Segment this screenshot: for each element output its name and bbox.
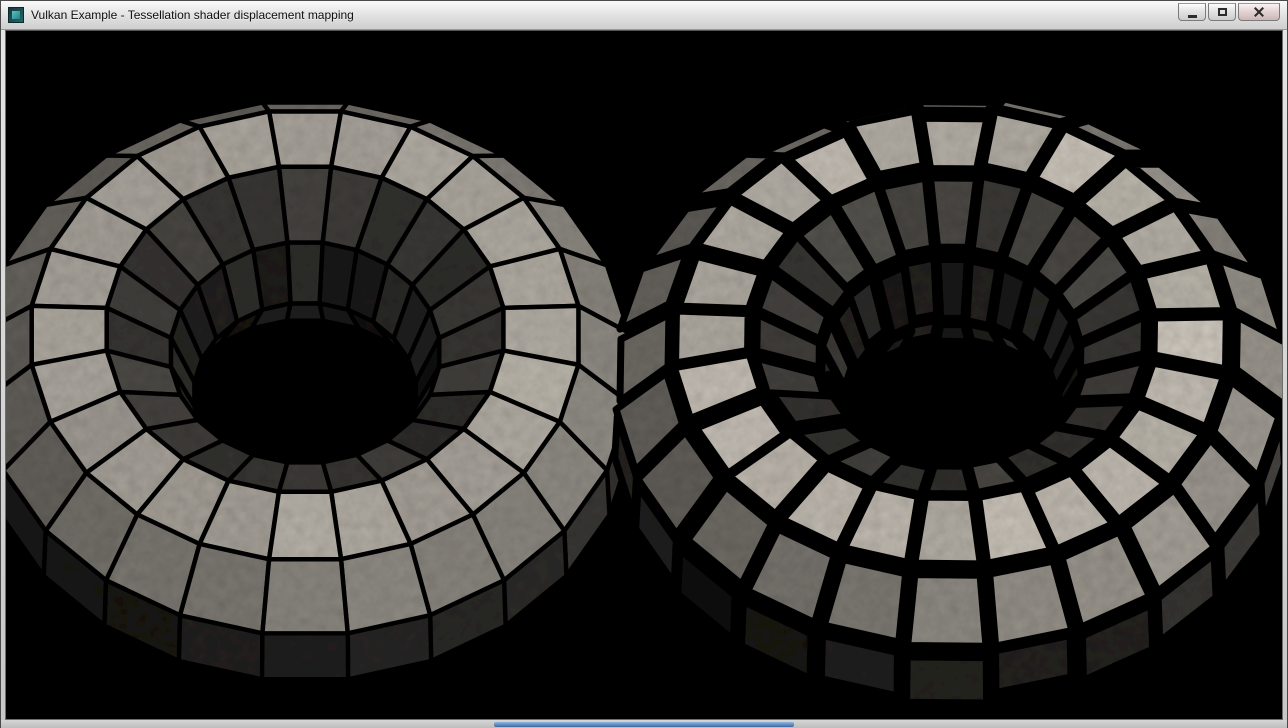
window-controls [1178,3,1280,21]
torus-left-no-displacement [6,102,632,679]
torus-right-displacement-mapped [615,99,1282,703]
app-icon[interactable] [8,7,24,23]
close-icon [1253,6,1265,18]
render-canvas [6,31,1282,719]
render-viewport[interactable] [5,30,1283,720]
window-bottom-frame [1,720,1287,728]
minimize-button[interactable] [1178,3,1206,21]
window-frame [1,30,1287,720]
maximize-icon [1218,8,1227,16]
bottom-frame-accent [494,722,794,727]
close-button[interactable] [1238,3,1280,21]
title-bar[interactable]: Vulkan Example - Tessellation shader dis… [1,1,1287,30]
app-window: Vulkan Example - Tessellation shader dis… [0,0,1288,728]
window-title: Vulkan Example - Tessellation shader dis… [31,8,354,22]
maximize-button[interactable] [1208,3,1236,21]
minimize-icon [1188,15,1197,18]
